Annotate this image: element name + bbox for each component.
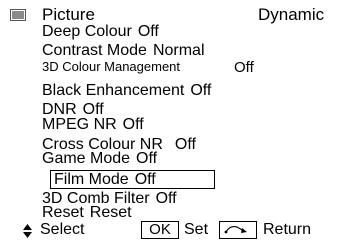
menu-item-label: Deep Colour <box>42 23 132 40</box>
menu-item-label: MPEG NR <box>42 116 117 133</box>
footer-select-label: Select <box>40 221 85 238</box>
menu-item-label: Game Mode <box>42 150 131 167</box>
menu-item-value: Off <box>136 150 158 167</box>
ok-label: OK <box>149 221 171 238</box>
menu-item-label: Contrast Mode <box>42 42 147 59</box>
menu-item-label: Film Mode <box>54 171 129 188</box>
footer-set-label: Set <box>184 221 209 238</box>
menu-item-value: Off <box>134 171 156 188</box>
return-button[interactable] <box>219 221 257 239</box>
menu-item-value: Reset <box>89 204 132 221</box>
up-down-arrows-icon <box>23 224 32 238</box>
menu-item-black-enhancement[interactable]: Black Enhancement Off <box>42 83 211 99</box>
menu-item-film-mode[interactable]: Film Mode Off <box>54 172 156 188</box>
ok-button[interactable]: OK <box>141 221 179 239</box>
tv-menu-icon <box>10 9 26 21</box>
menu-item-value: Off <box>174 136 196 153</box>
menu-item-value: Normal <box>152 42 205 59</box>
menu-item-label: Reset <box>42 204 84 221</box>
menu-item-3d-colour-management[interactable]: 3D Colour Management Off <box>42 59 254 75</box>
return-icon <box>224 225 247 234</box>
menu-item-value: Off <box>234 59 254 76</box>
menu-item-mpeg-nr[interactable]: MPEG NR Off <box>42 117 144 133</box>
menu-title: Picture <box>42 5 95 24</box>
menu-item-label: 3D Colour Management <box>42 59 181 74</box>
menu-item-label: Black Enhancement <box>42 82 185 99</box>
menu-item-game-mode[interactable]: Game Mode Off <box>42 151 157 167</box>
picture-mode-value: Dynamic <box>258 5 325 24</box>
menu-item-value: Off <box>155 190 177 207</box>
menu-item-value: Off <box>122 116 144 133</box>
menu-item-value: Off <box>137 23 159 40</box>
menu-item-reset[interactable]: Reset Reset <box>42 205 132 221</box>
menu-item-deep-colour[interactable]: Deep Colour Off <box>42 24 159 40</box>
menu-item-contrast-mode[interactable]: Contrast Mode Normal <box>42 43 205 59</box>
footer-return-label: Return <box>263 221 312 238</box>
tv-menu-screen: Picture Dynamic Deep Colour Off Contrast … <box>0 0 346 250</box>
menu-item-value: Off <box>190 82 212 99</box>
